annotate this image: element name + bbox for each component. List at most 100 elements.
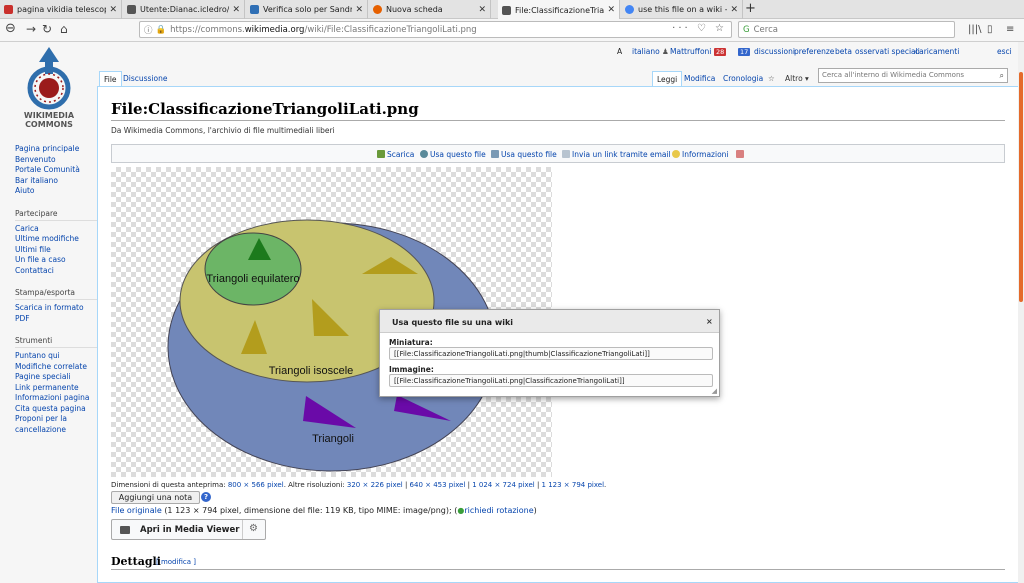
media-viewer-button[interactable]: Apri in Media Viewer ⚙ bbox=[111, 519, 266, 540]
close-icon[interactable]: × bbox=[706, 317, 713, 326]
sidebar-link[interactable]: Informazioni pagina bbox=[15, 393, 97, 404]
sidebar-link[interactable]: Proponi per la cancellazione bbox=[15, 414, 97, 435]
watchlist-link[interactable]: osservati speciali bbox=[855, 47, 920, 56]
sidebar-link[interactable]: Pagine speciali bbox=[15, 372, 97, 383]
close-tab-icon[interactable]: ✕ bbox=[109, 5, 117, 15]
search-icon[interactable]: ⌕ bbox=[1000, 71, 1004, 81]
talk-link[interactable]: discussioni bbox=[754, 47, 795, 56]
lock-icon: 🔒 bbox=[155, 24, 167, 35]
sidebar-link[interactable]: Puntano qui bbox=[15, 351, 97, 362]
tagline: Da Wikimedia Commons, l'archivio di file… bbox=[111, 126, 335, 135]
tab-leggi[interactable]: Leggi bbox=[652, 71, 683, 86]
wiki-search-input[interactable]: Cerca all'interno di Wikimedia Commons ⌕ bbox=[818, 68, 1008, 83]
tab-favicon-icon bbox=[250, 5, 259, 14]
rotate-link[interactable]: richiedi rotazione bbox=[464, 506, 533, 515]
sidebar-link[interactable]: Scarica in formato PDF bbox=[15, 303, 97, 324]
sidebar-link[interactable]: Contattaci bbox=[15, 266, 97, 277]
resize-handle-icon[interactable]: ◢ bbox=[712, 387, 717, 395]
sidebar-link[interactable]: Aiuto bbox=[15, 186, 97, 197]
alerts-badge[interactable]: 28 bbox=[714, 47, 727, 56]
help-icon[interactable]: ? bbox=[201, 492, 211, 502]
dialog-header[interactable]: Usa questo file su una wiki × bbox=[380, 310, 719, 333]
beta-link[interactable]: beta bbox=[835, 47, 852, 56]
close-tab-icon[interactable]: ✕ bbox=[730, 5, 738, 15]
sidebar-heading: Stampa/esporta bbox=[15, 288, 97, 300]
close-actions-icon[interactable] bbox=[736, 150, 746, 159]
info-icon[interactable]: ⓘ bbox=[144, 24, 153, 36]
add-note-button[interactable]: Aggiungi una nota bbox=[111, 491, 200, 504]
sidebar-link[interactable]: Pagina principale bbox=[15, 144, 97, 155]
library-icon[interactable]: |||\ bbox=[968, 24, 981, 35]
original-file-link[interactable]: File originale bbox=[111, 506, 162, 515]
back-icon[interactable]: ⊖ bbox=[5, 21, 16, 36]
details-heading: Dettagli bbox=[111, 555, 161, 568]
resolution-info: Dimensioni di questa anteprima: 800 × 56… bbox=[111, 481, 607, 489]
page-scrollbar[interactable] bbox=[1018, 42, 1024, 583]
tab-modifica[interactable]: Modifica bbox=[680, 71, 719, 86]
tab-favicon-icon bbox=[625, 5, 634, 14]
edit-section-link[interactable]: [ modifica ] bbox=[156, 558, 196, 566]
resolution-link[interactable]: 1 024 × 724 pixel bbox=[472, 481, 535, 489]
email-link-button[interactable]: Invia un link tramite email bbox=[562, 150, 671, 159]
sidebar-link[interactable]: Carica bbox=[15, 224, 97, 235]
preferences-link[interactable]: preferenze bbox=[794, 47, 834, 56]
url-domain: wikimedia.org bbox=[244, 24, 305, 35]
sidebar-link[interactable]: Ultimi file bbox=[15, 245, 97, 256]
close-tab-icon[interactable]: ✕ bbox=[355, 5, 363, 15]
gear-icon[interactable]: ⚙ bbox=[249, 523, 258, 534]
sidebar-link[interactable]: Bar italiano bbox=[15, 176, 97, 187]
logout-link[interactable]: esci bbox=[997, 47, 1012, 56]
thumb-code-field[interactable]: [[File:ClassificazioneTriangoliLati.png|… bbox=[389, 347, 713, 360]
image-code-field[interactable]: [[File:ClassificazioneTriangoliLati.png|… bbox=[389, 374, 713, 387]
sidebar-link[interactable]: Ultime modifiche bbox=[15, 234, 97, 245]
uploads-link[interactable]: caricamenti bbox=[915, 47, 959, 56]
sidebar-link[interactable]: Modifiche correlate bbox=[15, 362, 97, 373]
user-link[interactable]: Mattruffoni bbox=[670, 47, 711, 56]
browser-search-input[interactable]: G Cerca bbox=[738, 21, 955, 38]
resolution-link[interactable]: 320 × 226 pixel bbox=[347, 481, 403, 489]
tab-cronologia[interactable]: Cronologia bbox=[719, 71, 767, 86]
close-tab-icon[interactable]: ✕ bbox=[607, 5, 615, 15]
menu-icon[interactable]: ≡ bbox=[1006, 24, 1014, 35]
scrollbar-thumb[interactable] bbox=[1019, 72, 1023, 302]
page-title: File:ClassificazioneTriangoliLati.png bbox=[111, 100, 419, 118]
resolution-link[interactable]: 1 123 × 794 pixel bbox=[542, 481, 605, 489]
dialog-title: Usa questo file su una wiki bbox=[392, 318, 514, 327]
close-tab-icon[interactable]: ✕ bbox=[232, 5, 240, 15]
url-prefix: https://commons. bbox=[170, 24, 245, 35]
browser-tab[interactable]: pagina vikidia telescopi ✕ bbox=[0, 0, 122, 19]
reload-icon[interactable]: ↻ bbox=[42, 22, 52, 36]
forward-icon[interactable]: → bbox=[26, 22, 36, 36]
page-actions-icons[interactable]: ··· ♡ ☆ bbox=[672, 23, 727, 34]
browser-tab[interactable]: Utente:Dianac.icledro/Sa✕ bbox=[123, 0, 245, 19]
sidebar-link[interactable]: Benvenuto bbox=[15, 155, 97, 166]
new-tab-button[interactable]: + bbox=[745, 1, 756, 16]
use-file-button[interactable]: Usa questo file bbox=[420, 150, 486, 159]
lightbulb-icon bbox=[672, 150, 680, 158]
info-button[interactable]: Informazioni bbox=[672, 150, 729, 159]
notices-badge[interactable]: 17 bbox=[738, 47, 751, 56]
home-icon[interactable]: ⌂ bbox=[60, 22, 68, 36]
use-file-button-2[interactable]: Usa questo file bbox=[491, 150, 557, 159]
browser-tab[interactable]: Nuova scheda ✕ bbox=[369, 0, 491, 19]
download-icon bbox=[377, 150, 385, 158]
download-button[interactable]: Scarica bbox=[377, 150, 414, 159]
more-menu[interactable]: Altro ▾ bbox=[781, 71, 813, 86]
close-tab-icon[interactable]: ✕ bbox=[478, 5, 486, 15]
tab-favicon-icon bbox=[502, 5, 511, 15]
preview-size-link[interactable]: 800 × 566 pixel bbox=[228, 481, 284, 489]
watch-star-icon[interactable]: ☆ bbox=[764, 71, 779, 86]
sidebar-link[interactable]: Un file a caso bbox=[15, 255, 97, 266]
language-link[interactable]: italiano bbox=[632, 47, 660, 56]
sidebar-icon[interactable]: ▯ bbox=[987, 24, 993, 35]
browser-tab[interactable]: use this file on a wiki - Go✕ bbox=[621, 0, 743, 19]
url-bar[interactable]: ⓘ 🔒 https://commons. wikimedia.org/wiki/F… bbox=[139, 21, 732, 38]
sidebar-link[interactable]: Portale Comunità bbox=[15, 165, 97, 176]
sidebar-link[interactable]: Link permanente bbox=[15, 383, 97, 394]
language-icon: A bbox=[617, 47, 623, 56]
tab-discussione[interactable]: Discussione bbox=[119, 71, 172, 86]
browser-tab-active[interactable]: File:ClassificazioneTriang ✕ bbox=[498, 0, 620, 20]
sidebar-link[interactable]: Cita questa pagina bbox=[15, 404, 97, 415]
browser-tab[interactable]: Verifica solo per Sandra ✕ bbox=[246, 0, 368, 19]
resolution-link[interactable]: 640 × 453 pixel bbox=[410, 481, 466, 489]
